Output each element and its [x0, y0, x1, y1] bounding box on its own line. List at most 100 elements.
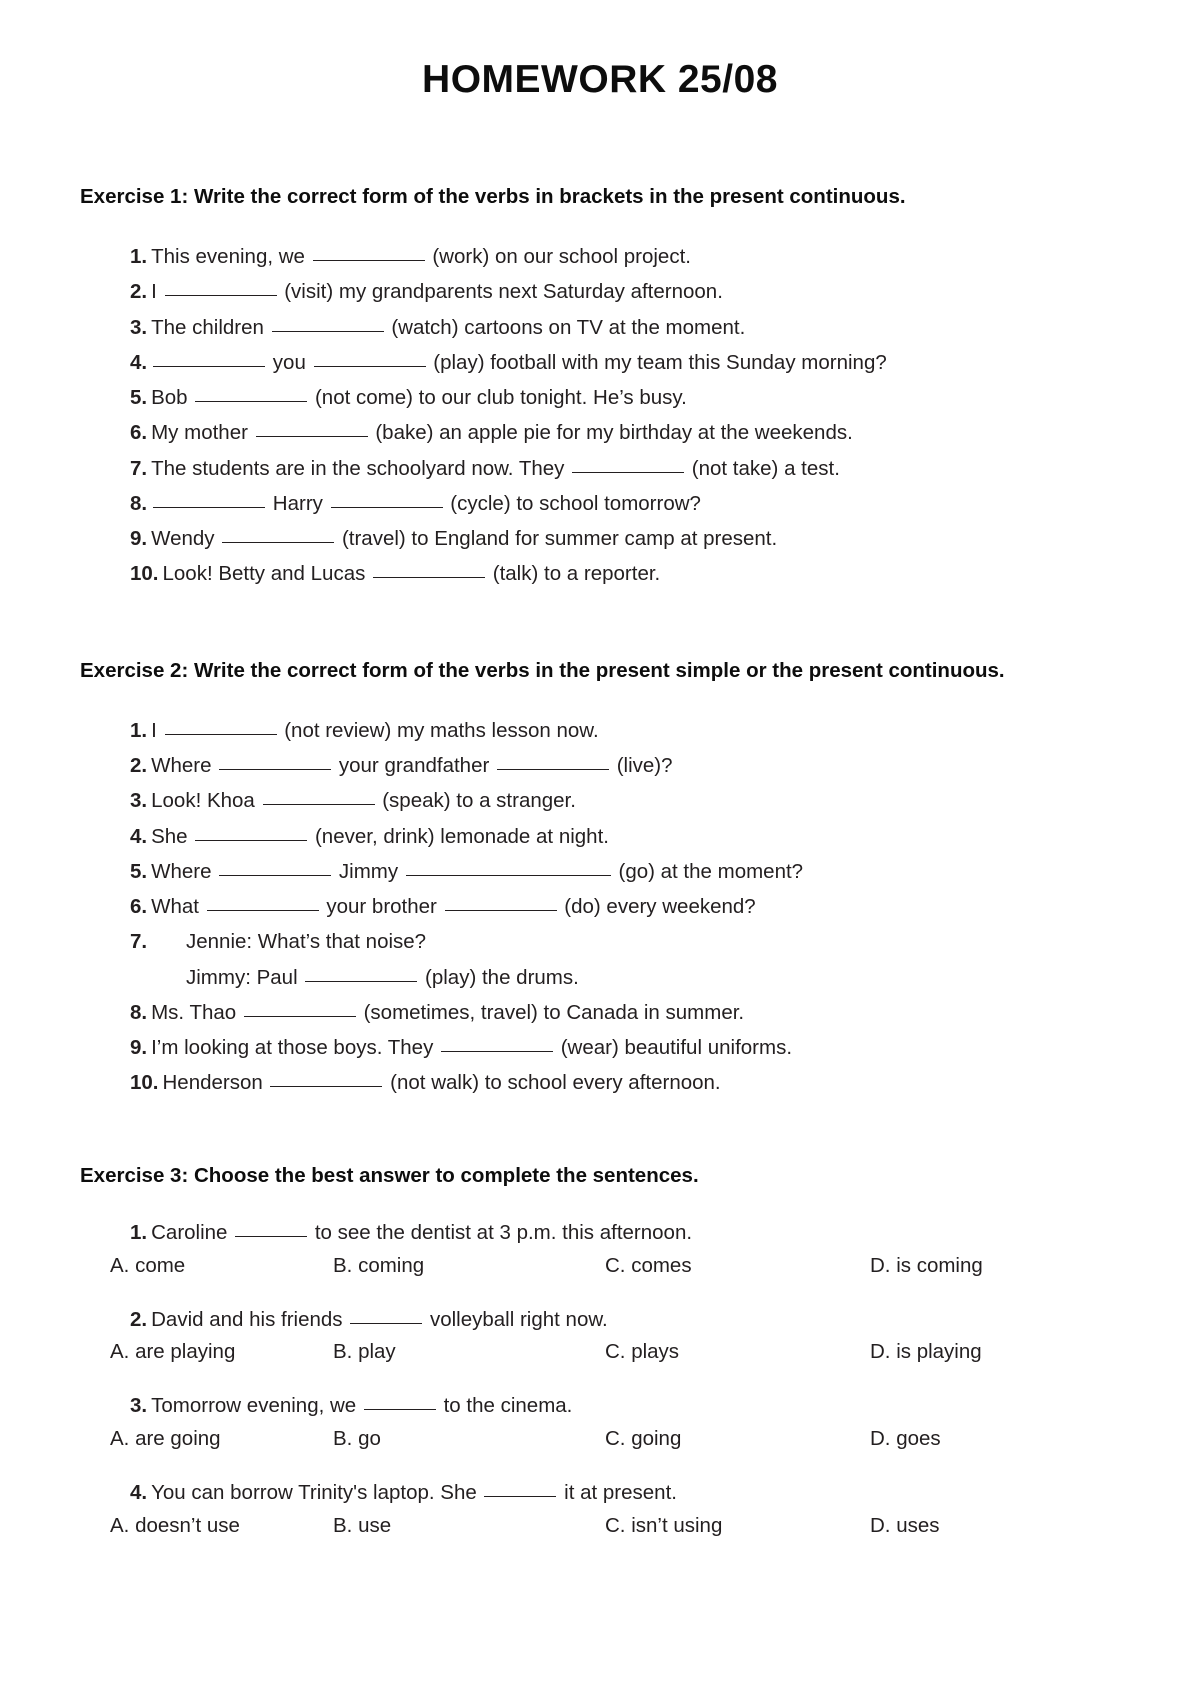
answer-blank[interactable]: [363, 1409, 436, 1411]
sentence-text: (wear) beautiful uniforms.: [555, 1036, 793, 1060]
answer-blank[interactable]: [484, 1496, 557, 1498]
sentence-text: (play) the drums.: [419, 965, 579, 989]
item-number: 1.: [130, 245, 148, 269]
sentence-text: My mother: [151, 421, 254, 445]
sentence-text: (play) football with my team this Sunday…: [427, 350, 887, 374]
answer-blank[interactable]: [271, 330, 384, 332]
mcq-option-c[interactable]: C. comes: [605, 1251, 692, 1282]
item-number: 4.: [130, 1481, 148, 1505]
sentence-text: Where: [151, 859, 218, 883]
mcq-option-d[interactable]: D. is playing: [870, 1337, 982, 1368]
item-number: 7.: [130, 930, 148, 954]
answer-blank[interactable]: [153, 506, 266, 508]
mcq-option-a[interactable]: A. doesn’t use: [110, 1511, 240, 1542]
worksheet-page: HOMEWORK 25/08 Exercise 1: Write the cor…: [0, 0, 1200, 1697]
answer-blank[interactable]: [497, 769, 610, 771]
mcq-question: 4. You can borrow Trinity's laptop. She i…: [80, 1478, 1120, 1543]
mcq-option-d[interactable]: D. goes: [870, 1424, 941, 1455]
item-number: 3.: [130, 315, 148, 339]
answer-blank[interactable]: [219, 874, 332, 876]
answer-blank[interactable]: [270, 1086, 383, 1088]
sentence-text: (not review) my maths lesson now.: [278, 718, 599, 742]
answer-blank[interactable]: [219, 769, 332, 771]
sentence-text: David and his friends: [151, 1307, 349, 1331]
mcq-option-b[interactable]: B. play: [333, 1337, 396, 1368]
answer-blank[interactable]: [255, 436, 368, 438]
answer-blank[interactable]: [164, 733, 277, 735]
mcq-question: 3. Tomorrow evening, we to the cinema. A. …: [80, 1391, 1120, 1456]
answer-blank[interactable]: [195, 839, 308, 841]
answer-blank[interactable]: [373, 577, 486, 579]
sentence-text: This evening, we: [151, 245, 311, 269]
mcq-option-row: A. doesn’t use B. use C. isn’t using D. use…: [80, 1511, 1120, 1543]
sentence-text: (work) on our school project.: [426, 245, 691, 269]
sentence-text: (live)?: [611, 754, 673, 778]
mcq-stem: 3. Tomorrow evening, we to the cinema.: [80, 1391, 1120, 1422]
sentence-text: it at present.: [558, 1481, 677, 1505]
list-item: 10. Henderson (not walk) to school every …: [80, 1065, 1120, 1100]
exercise-1-section: Exercise 1: Write the correct form of th…: [80, 180, 1120, 592]
dialogue-line-speaker-1: Jennie: What’s that noise?: [186, 930, 427, 954]
sentence-text: She: [151, 824, 194, 848]
answer-blank[interactable]: [444, 910, 557, 912]
item-number: 4.: [130, 824, 148, 848]
mcq-option-row: A. are going B. go C. going D. goes: [80, 1424, 1120, 1456]
sentence-text: your grandfather: [333, 754, 496, 778]
item-number: 3.: [130, 1394, 148, 1418]
mcq-stem: 4. You can borrow Trinity's laptop. She i…: [80, 1478, 1120, 1509]
exercise-3-question-list: 1. Caroline to see the dentist at 3 p.m. …: [80, 1218, 1120, 1543]
list-item: 4. you (play) football with my team this…: [80, 345, 1120, 380]
list-item: 6. My mother (bake) an apple pie for my b…: [80, 415, 1120, 450]
mcq-option-a[interactable]: A. are going: [110, 1424, 221, 1455]
sentence-text: (travel) to England for summer camp at p…: [336, 527, 778, 551]
sentence-text: You can borrow Trinity's laptop. She: [151, 1481, 483, 1505]
answer-blank[interactable]: [243, 1015, 356, 1017]
sentence-text: Henderson: [162, 1071, 269, 1095]
answer-blank[interactable]: [206, 910, 319, 912]
list-item: 4. She (never, drink) lemonade at night.: [80, 819, 1120, 854]
mcq-option-b[interactable]: B. go: [333, 1424, 381, 1455]
mcq-option-b[interactable]: B. coming: [333, 1251, 424, 1282]
answer-blank[interactable]: [572, 471, 685, 473]
answer-blank[interactable]: [235, 1235, 308, 1237]
sentence-text: The children: [151, 315, 270, 339]
sentence-text: (go) at the moment?: [612, 859, 804, 883]
mcq-option-d[interactable]: D. is coming: [870, 1251, 983, 1282]
answer-blank[interactable]: [262, 804, 375, 806]
sentence-text: (bake) an apple pie for my birthday at t…: [369, 421, 853, 445]
answer-blank[interactable]: [222, 542, 335, 544]
mcq-option-c[interactable]: C. going: [605, 1424, 681, 1455]
item-number: 1.: [130, 1220, 148, 1244]
sentence-text: Caroline: [151, 1220, 234, 1244]
sentence-text: (never, drink) lemonade at night.: [309, 824, 609, 848]
sentence-text: Harry: [267, 491, 329, 515]
sentence-text: (visit) my grandparents next Saturday af…: [278, 280, 723, 304]
sentence-text: to see the dentist at 3 p.m. this aftern…: [309, 1220, 693, 1244]
dialogue-line-speaker-2: Jimmy: Paul (play) the drums.: [80, 960, 1120, 995]
sentence-text: (do) every weekend?: [558, 895, 756, 919]
answer-blank[interactable]: [305, 980, 418, 982]
sentence-text: Bob: [151, 386, 194, 410]
mcq-option-c[interactable]: C. plays: [605, 1337, 679, 1368]
mcq-option-d[interactable]: D. uses: [870, 1511, 940, 1542]
mcq-option-c[interactable]: C. isn’t using: [605, 1511, 722, 1542]
item-number: 4.: [130, 350, 148, 374]
sentence-text: volleyball right now.: [424, 1307, 608, 1331]
mcq-option-a[interactable]: A. are playing: [110, 1337, 235, 1368]
sentence-text: I: [151, 280, 163, 304]
answer-blank[interactable]: [350, 1322, 423, 1324]
answer-blank[interactable]: [330, 506, 443, 508]
answer-blank[interactable]: [153, 365, 266, 367]
answer-blank[interactable]: [164, 295, 277, 297]
answer-blank[interactable]: [441, 1051, 554, 1053]
sentence-text: (not take) a test.: [686, 456, 840, 480]
answer-blank[interactable]: [313, 365, 426, 367]
mcq-option-a[interactable]: A. come: [110, 1251, 185, 1282]
item-number: 2.: [130, 754, 148, 778]
answer-blank[interactable]: [405, 874, 611, 876]
answer-blank[interactable]: [312, 260, 425, 262]
list-item: 8. Harry (cycle) to school tomorrow?: [80, 486, 1120, 521]
answer-blank[interactable]: [195, 401, 308, 403]
mcq-option-b[interactable]: B. use: [333, 1511, 391, 1542]
list-item: 6. What your brother (do) every weekend?: [80, 889, 1120, 924]
